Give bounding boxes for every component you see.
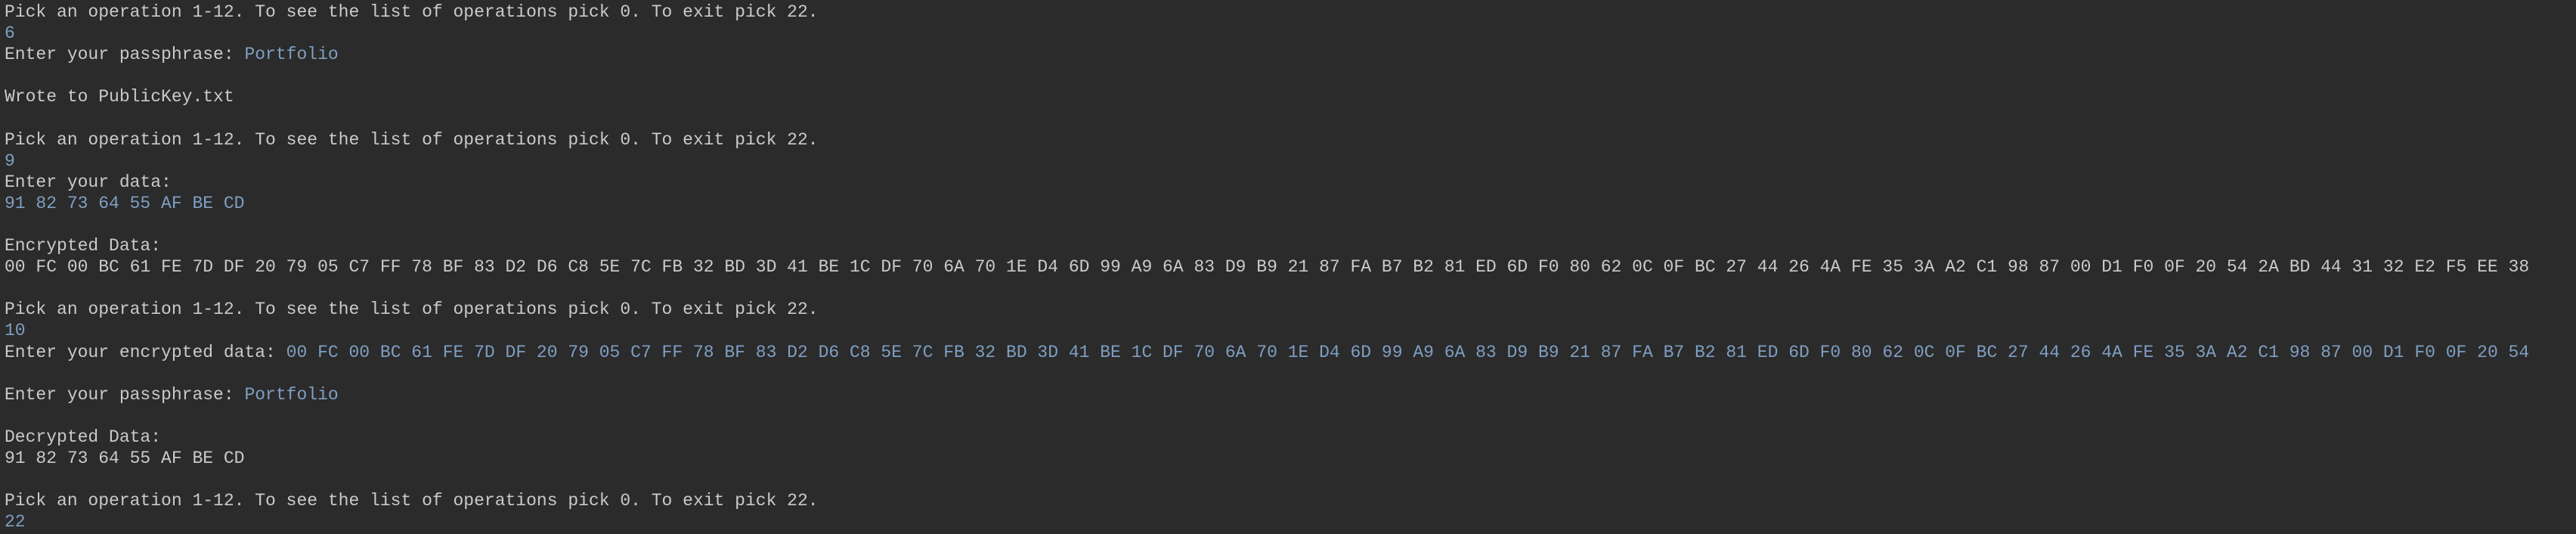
user-choice: 9: [5, 151, 15, 171]
passphrase-prompt: Enter your passphrase:: [5, 45, 245, 65]
decrypted-output: 91 82 73 64 55 AF BE CD: [5, 448, 245, 468]
data-input: 91 82 73 64 55 AF BE CD: [5, 193, 245, 213]
passphrase-input: Portfolio: [244, 45, 339, 65]
user-choice: 22: [5, 512, 26, 532]
data-prompt: Enter your data:: [5, 172, 172, 192]
passphrase-input: Portfolio: [244, 384, 339, 405]
encrypted-data-line: Enter your encrypted data: 00 FC 00 BC 6…: [5, 342, 2576, 363]
decrypted-label: Decrypted Data:: [5, 427, 162, 447]
console-output[interactable]: Pick an operation 1-12. To see the list …: [0, 0, 2576, 534]
menu-prompt: Pick an operation 1-12. To see the list …: [5, 129, 819, 150]
menu-prompt: Pick an operation 1-12. To see the list …: [5, 2, 819, 22]
user-choice: 10: [5, 321, 26, 341]
menu-prompt: Pick an operation 1-12. To see the list …: [5, 300, 819, 320]
passphrase-prompt: Enter your passphrase:: [5, 384, 245, 405]
status-message: Wrote to PublicKey.txt: [5, 87, 234, 107]
encrypted-label: Encrypted Data:: [5, 236, 162, 256]
encrypted-data-prompt: Enter your encrypted data:: [5, 342, 286, 362]
menu-prompt: Pick an operation 1-12. To see the list …: [5, 491, 819, 511]
passphrase-line: Enter your passphrase: Portfolio: [5, 44, 2576, 65]
user-choice: 6: [5, 23, 15, 44]
encrypted-output: 00 FC 00 BC 61 FE 7D DF 20 79 05 C7 FF 7…: [5, 257, 2530, 278]
encrypted-data-input: 00 FC 00 BC 61 FE 7D DF 20 79 05 C7 FF 7…: [286, 342, 2530, 362]
passphrase-line: Enter your passphrase: Portfolio: [5, 384, 2576, 405]
